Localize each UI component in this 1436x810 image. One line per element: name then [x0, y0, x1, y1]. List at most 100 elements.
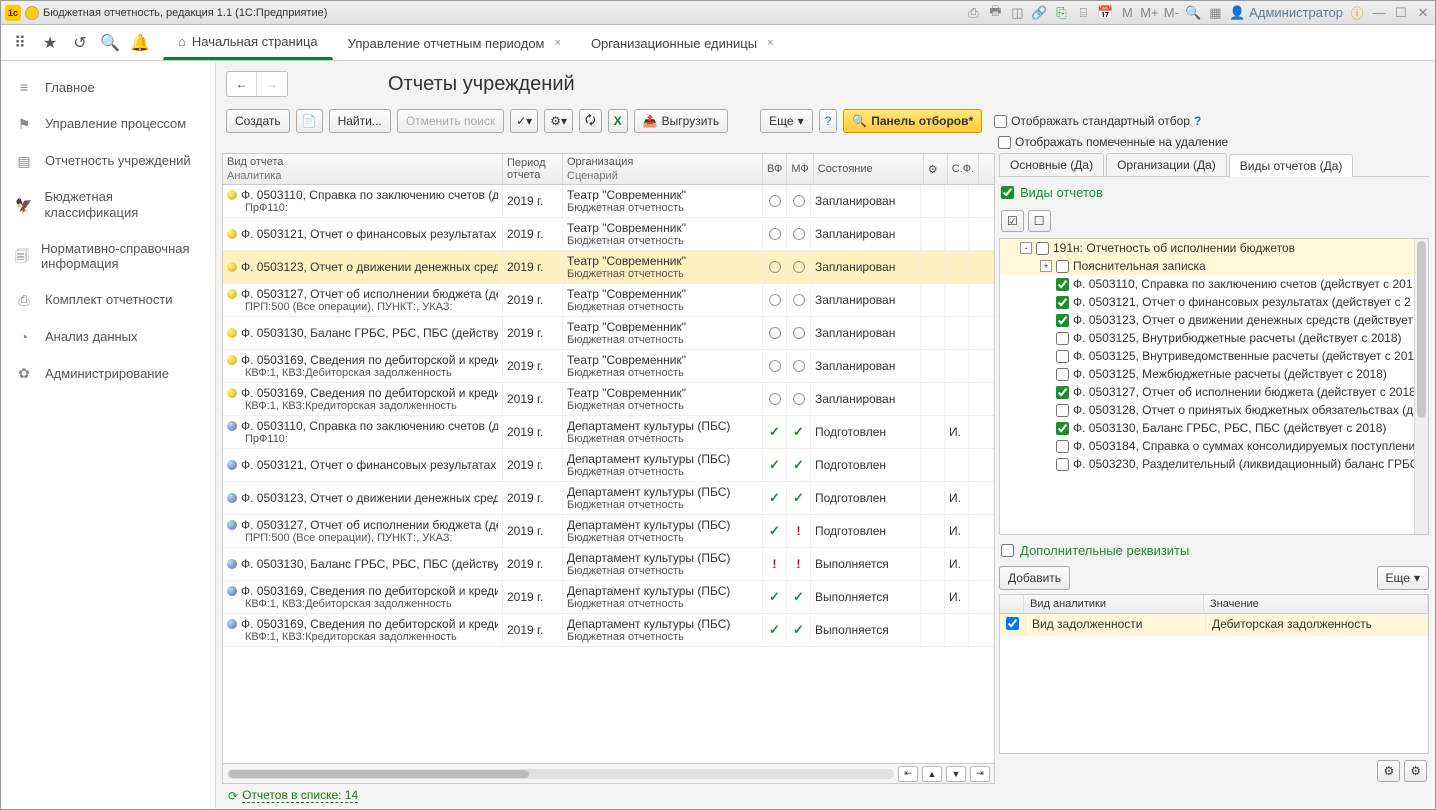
copy-icon[interactable]: ⎘: [1053, 5, 1069, 21]
tree-v-scrollbar[interactable]: [1414, 239, 1428, 534]
tree-checkbox[interactable]: [1056, 332, 1069, 345]
tree-checkbox[interactable]: [1056, 350, 1069, 363]
leftnav-item-2[interactable]: ▤Отчетность учреждений: [1, 143, 215, 180]
nav-last-icon[interactable]: ⇥: [970, 766, 990, 782]
add-attr-button[interactable]: Добавить: [999, 566, 1070, 590]
table-row[interactable]: Ф. 0503127, Отчет об исполнении бюджета …: [223, 515, 994, 548]
table-row[interactable]: Ф. 0503123, Отчет о движении денежных ср…: [223, 482, 994, 515]
maximize-icon[interactable]: ☐: [1393, 5, 1409, 21]
tree-checkbox[interactable]: [1056, 422, 1069, 435]
nav-first-icon[interactable]: ⇤: [898, 766, 918, 782]
tab-close-icon[interactable]: ×: [551, 37, 561, 49]
print-icon[interactable]: ⎙: [965, 5, 981, 21]
tree-row[interactable]: Ф. 0503128, Отчет о принятых бюджетных о…: [1000, 401, 1428, 419]
nav-up-icon[interactable]: ▲: [922, 766, 942, 782]
extra-attrs-section-checkbox[interactable]: [1001, 544, 1014, 557]
rp-tab-1[interactable]: Организации (Да): [1106, 153, 1227, 176]
leftnav-item-6[interactable]: ◔Анализ данных: [1, 319, 215, 356]
settings-list-icon[interactable]: ⚙▾: [544, 109, 573, 133]
tree-row[interactable]: Ф. 0503125, Межбюджетные расчеты (действ…: [1000, 365, 1428, 383]
cancel-search-button[interactable]: Отменить поиск: [397, 109, 504, 133]
tree-checkbox[interactable]: [1056, 368, 1069, 381]
grid-icon[interactable]: ▦: [1207, 5, 1223, 21]
status-link[interactable]: Отчетов в списке: 14: [242, 788, 358, 803]
tree-checkbox[interactable]: [1056, 296, 1069, 309]
tree-row[interactable]: Ф. 0503230, Разделительный (ликвидационн…: [1000, 455, 1428, 473]
table-row[interactable]: Ф. 0503169, Сведения по дебиторской и кр…: [223, 614, 994, 647]
tree-checkbox[interactable]: [1056, 404, 1069, 417]
tree-checkbox[interactable]: [1056, 278, 1069, 291]
tree-row[interactable]: Ф. 0503123, Отчет о движении денежных ср…: [1000, 311, 1428, 329]
refresh-status-icon[interactable]: ⟳: [228, 789, 238, 803]
rp-tab-2[interactable]: Виды отчетов (Да): [1229, 154, 1354, 177]
bell-icon[interactable]: 🔔: [125, 25, 155, 60]
leftnav-item-3[interactable]: 🦅Бюджетная классификация: [1, 179, 215, 230]
table-row[interactable]: Ф. 0503127, Отчет об исполнении бюджета …: [223, 284, 994, 317]
table-row[interactable]: Ф. 0503169, Сведения по дебиторской и кр…: [223, 581, 994, 614]
apps-grid-icon[interactable]: ⠿: [5, 25, 35, 60]
report-types-section-checkbox[interactable]: [1001, 186, 1014, 199]
attr-row[interactable]: Вид задолженности Дебиторская задолженно…: [1000, 614, 1428, 636]
table-row[interactable]: Ф. 0503110, Справка по заключению счетов…: [223, 185, 994, 218]
tree-checkbox[interactable]: [1056, 314, 1069, 327]
nav-forward-button[interactable]: →: [257, 72, 287, 96]
tab-2[interactable]: Организационные единицы×: [576, 25, 789, 60]
table-row[interactable]: Ф. 0503130, Баланс ГРБС, РБС, ПБС (дейст…: [223, 317, 994, 350]
h-scrollbar[interactable]: [227, 769, 894, 779]
tab-1[interactable]: Управление отчетным периодом×: [333, 25, 576, 60]
filter-panel-button[interactable]: 🔍 Панель отборов*: [843, 109, 982, 133]
find-button[interactable]: Найти...: [329, 109, 391, 133]
table-row[interactable]: Ф. 0503169, Сведения по дебиторской и кр…: [223, 350, 994, 383]
tab-close-icon[interactable]: ×: [763, 37, 773, 49]
copy-record-icon[interactable]: 📄: [296, 109, 323, 133]
rp-tab-0[interactable]: Основные (Да): [999, 153, 1104, 176]
search-icon[interactable]: 🔍: [95, 25, 125, 60]
zoom-icon[interactable]: 🔍: [1185, 5, 1201, 21]
tree-row[interactable]: Ф. 0503121, Отчет о финансовых результат…: [1000, 293, 1428, 311]
tree-row[interactable]: Ф. 0503130, Баланс ГРБС, РБС, ПБС (дейст…: [1000, 419, 1428, 437]
calendar-icon[interactable]: 📅: [1097, 5, 1113, 21]
tree-checkbox[interactable]: [1056, 386, 1069, 399]
calc-icon[interactable]: ⌸: [1075, 5, 1091, 21]
tree-checkbox[interactable]: [1056, 440, 1069, 453]
tree-row[interactable]: Ф. 0503125, Внутрибюджетные расчеты (дей…: [1000, 329, 1428, 347]
excel-icon[interactable]: X: [608, 109, 628, 133]
table-row[interactable]: Ф. 0503169, Сведения по дебиторской и кр…: [223, 383, 994, 416]
info-icon[interactable]: ⓘ: [1349, 5, 1365, 21]
gear-header-icon[interactable]: ⚙: [928, 163, 943, 176]
tree-check-all-icon[interactable]: ☑: [1001, 210, 1024, 232]
tree-checkbox[interactable]: [1036, 242, 1049, 255]
tree-row[interactable]: -191н: Отчетность об исполнении бюджетов: [1000, 239, 1428, 257]
tree-row[interactable]: Ф. 0503184, Справка о суммах консолидиру…: [1000, 437, 1428, 455]
tree-row[interactable]: Ф. 0503125, Внутриведомственные расчеты …: [1000, 347, 1428, 365]
nav-back-button[interactable]: ←: [227, 72, 257, 96]
help-button[interactable]: ?: [819, 109, 838, 133]
table-row[interactable]: Ф. 0503123, Отчет о движении денежных ср…: [223, 251, 994, 284]
table-row[interactable]: Ф. 0503130, Баланс ГРБС, РБС, ПБС (дейст…: [223, 548, 994, 581]
app-menu-dropdown-icon[interactable]: [25, 6, 39, 20]
tree-checkbox[interactable]: [1056, 260, 1069, 273]
help-hint-icon[interactable]: ?: [1194, 114, 1201, 128]
attr-row-checkbox[interactable]: [1006, 617, 1019, 630]
show-standard-filter-checkbox[interactable]: [994, 115, 1007, 128]
create-button[interactable]: Создать: [226, 109, 290, 133]
show-marked-delete-checkbox[interactable]: [998, 136, 1011, 149]
leftnav-item-7[interactable]: ✿Администрирование: [1, 355, 215, 392]
tree-row[interactable]: Ф. 0503127, Отчет об исполнении бюджета …: [1000, 383, 1428, 401]
close-window-icon[interactable]: ✕: [1415, 5, 1431, 21]
tree-checkbox[interactable]: [1056, 458, 1069, 471]
tree-row[interactable]: +Пояснительная записка: [1000, 257, 1428, 275]
table-row[interactable]: Ф. 0503110, Справка по заключению счетов…: [223, 416, 994, 449]
rp-config1-icon[interactable]: ⚙: [1377, 760, 1400, 782]
tree-expand-icon[interactable]: +: [1040, 260, 1052, 272]
leftnav-item-5[interactable]: ⎙Комплект отчетности: [1, 282, 215, 319]
leftnav-item-1[interactable]: ⚑Управление процессом: [1, 106, 215, 143]
table-row[interactable]: Ф. 0503121, Отчет о финансовых результат…: [223, 449, 994, 482]
export-button[interactable]: 📤 Выгрузить: [634, 109, 728, 133]
minimize-icon[interactable]: —: [1371, 5, 1387, 21]
m-minus-icon[interactable]: M-: [1163, 5, 1179, 21]
rp-config2-icon[interactable]: ⚙: [1404, 760, 1427, 782]
m-icon[interactable]: M: [1119, 5, 1135, 21]
m-plus-icon[interactable]: M+: [1141, 5, 1157, 21]
tab-0[interactable]: ⌂Начальная страница: [163, 25, 333, 60]
